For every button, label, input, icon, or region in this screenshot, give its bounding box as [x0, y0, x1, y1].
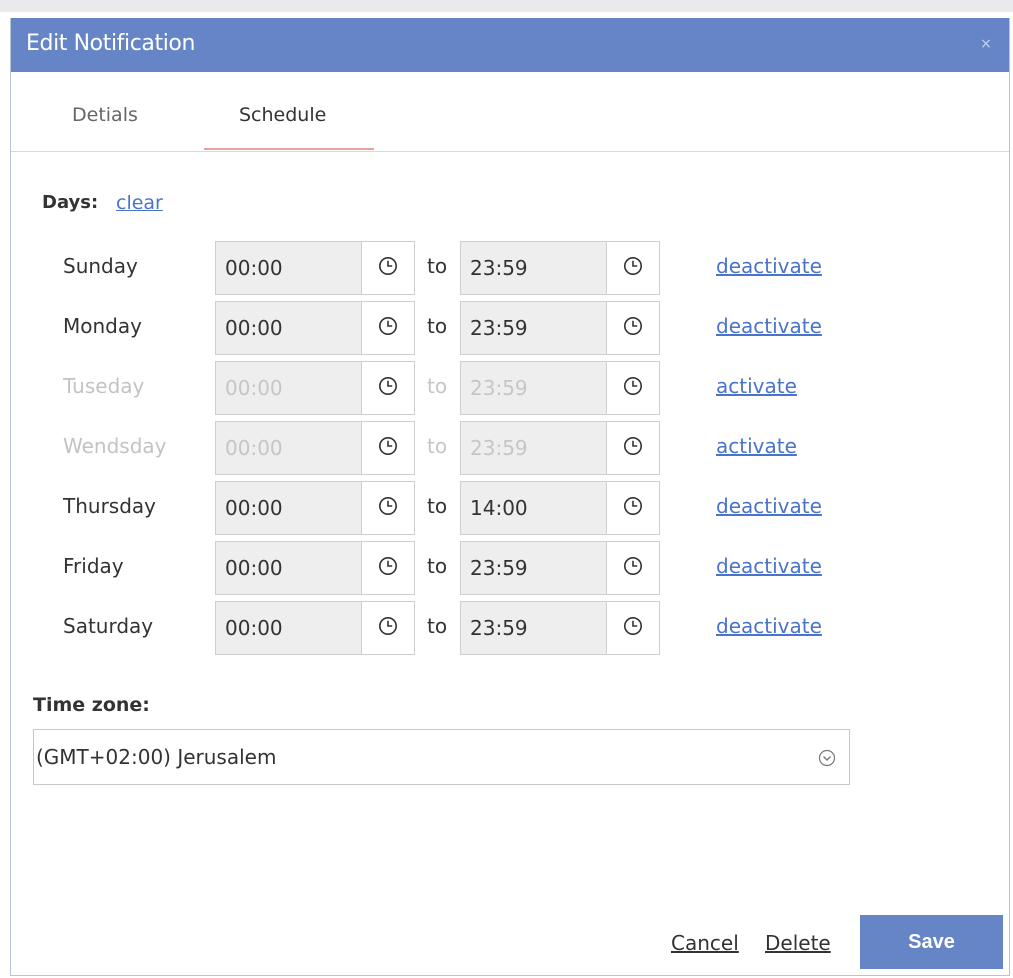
time-zone-value: (GMT+02:00) Jerusalem	[36, 745, 277, 769]
to-time-picker: 23:59	[460, 541, 660, 595]
clock-icon[interactable]	[362, 362, 414, 414]
time-zone-select[interactable]: (GMT+02:00) Jerusalem	[33, 729, 850, 785]
to-time-input[interactable]: 23:59	[461, 302, 607, 354]
day-label: Saturday	[63, 614, 154, 638]
to-time-input[interactable]: 23:59	[461, 362, 607, 414]
day-label: Monday	[63, 314, 142, 338]
from-time-picker: 00:00	[215, 601, 415, 655]
edit-notification-dialog: Edit Notification × Detials Schedule Day…	[10, 18, 1010, 976]
from-time-input[interactable]: 00:00	[216, 482, 362, 534]
dialog-title: Edit Notification	[26, 31, 196, 56]
clear-link[interactable]: clear	[116, 192, 163, 214]
to-label: to	[427, 254, 448, 278]
clock-icon[interactable]	[607, 602, 659, 654]
from-time-picker: 00:00	[215, 301, 415, 355]
clock-icon[interactable]	[362, 542, 414, 594]
clock-icon[interactable]	[362, 302, 414, 354]
from-time-picker: 00:00	[215, 481, 415, 535]
schedule-row-wendsday: Wendsday 00:00 to 23:59 activate	[11, 421, 1009, 475]
to-time-input[interactable]: 14:00	[461, 482, 607, 534]
from-time-input[interactable]: 00:00	[216, 602, 362, 654]
to-time-input[interactable]: 23:59	[461, 242, 607, 294]
clock-icon[interactable]	[362, 422, 414, 474]
time-zone-label: Time zone:	[33, 694, 150, 716]
to-time-picker: 14:00	[460, 481, 660, 535]
to-label: to	[427, 434, 448, 458]
schedule-row-saturday: Saturday 00:00 to 23:59 deactivate	[11, 601, 1009, 655]
save-button[interactable]: Save	[860, 915, 1003, 969]
to-time-picker: 23:59	[460, 301, 660, 355]
to-time-input[interactable]: 23:59	[461, 542, 607, 594]
to-time-input[interactable]: 23:59	[461, 422, 607, 474]
from-time-picker: 00:00	[215, 361, 415, 415]
to-time-input[interactable]: 23:59	[461, 602, 607, 654]
tab-schedule[interactable]: Schedule	[239, 104, 326, 126]
to-label: to	[427, 494, 448, 518]
to-time-picker: 23:59	[460, 361, 660, 415]
cancel-link[interactable]: Cancel	[671, 931, 739, 955]
day-label: Wendsday	[63, 434, 167, 458]
to-label: to	[427, 554, 448, 578]
clock-icon[interactable]	[607, 302, 659, 354]
from-time-input[interactable]: 00:00	[216, 242, 362, 294]
deactivate-link[interactable]: deactivate	[716, 554, 822, 578]
clock-icon[interactable]	[607, 362, 659, 414]
schedule-row-friday: Friday 00:00 to 23:59 deactivate	[11, 541, 1009, 595]
chevron-down-icon	[818, 749, 836, 767]
activate-link[interactable]: activate	[716, 374, 797, 398]
to-label: to	[427, 314, 448, 338]
to-label: to	[427, 374, 448, 398]
to-time-picker: 23:59	[460, 421, 660, 475]
to-time-picker: 23:59	[460, 601, 660, 655]
page: Edit Notification × Detials Schedule Day…	[0, 0, 1013, 978]
from-time-picker: 00:00	[215, 541, 415, 595]
to-time-picker: 23:59	[460, 241, 660, 295]
deactivate-link[interactable]: deactivate	[716, 614, 822, 638]
clock-icon[interactable]	[607, 542, 659, 594]
to-label: to	[427, 614, 448, 638]
tab-details[interactable]: Detials	[72, 104, 138, 126]
schedule-row-sunday: Sunday 00:00 to 23:59 deactivate	[11, 241, 1009, 295]
clock-icon[interactable]	[607, 482, 659, 534]
from-time-picker: 00:00	[215, 241, 415, 295]
from-time-input[interactable]: 00:00	[216, 422, 362, 474]
schedule-row-monday: Monday 00:00 to 23:59 deactivate	[11, 301, 1009, 355]
clock-icon[interactable]	[362, 482, 414, 534]
days-label: Days:	[42, 192, 99, 213]
from-time-input[interactable]: 00:00	[216, 302, 362, 354]
day-label: Friday	[63, 554, 124, 578]
tab-bar: Detials Schedule	[11, 72, 1009, 152]
dialog-titlebar: Edit Notification ×	[11, 18, 1009, 72]
schedule-row-thursday: Thursday 00:00 to 14:00 deactivate	[11, 481, 1009, 535]
deactivate-link[interactable]: deactivate	[716, 494, 822, 518]
clock-icon[interactable]	[362, 242, 414, 294]
day-label: Tuseday	[63, 374, 145, 398]
deactivate-link[interactable]: deactivate	[716, 314, 822, 338]
day-label: Thursday	[63, 494, 156, 518]
from-time-input[interactable]: 00:00	[216, 542, 362, 594]
schedule-row-tuseday: Tuseday 00:00 to 23:59 activate	[11, 361, 1009, 415]
active-tab-underline	[204, 148, 374, 150]
clock-icon[interactable]	[607, 422, 659, 474]
from-time-input[interactable]: 00:00	[216, 362, 362, 414]
close-icon[interactable]: ×	[977, 35, 995, 53]
activate-link[interactable]: activate	[716, 434, 797, 458]
day-label: Sunday	[63, 254, 138, 278]
delete-link[interactable]: Delete	[765, 931, 831, 955]
from-time-picker: 00:00	[215, 421, 415, 475]
clock-icon[interactable]	[607, 242, 659, 294]
clock-icon[interactable]	[362, 602, 414, 654]
deactivate-link[interactable]: deactivate	[716, 254, 822, 278]
top-strip	[0, 0, 1013, 12]
